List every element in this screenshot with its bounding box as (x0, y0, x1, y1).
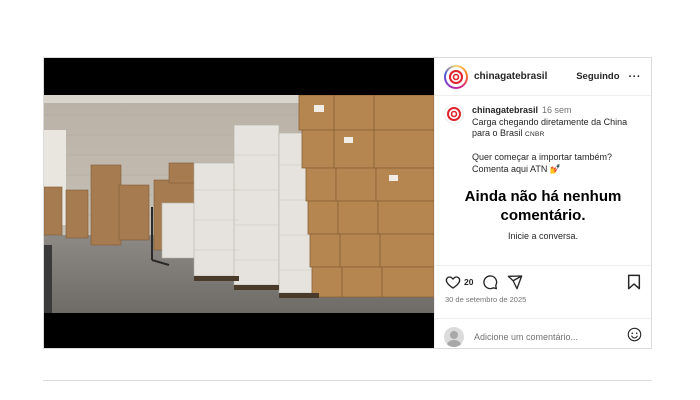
profile-avatar[interactable] (444, 64, 468, 89)
empty-subtitle: Inicie a conversa. (507, 231, 579, 241)
comments-empty-state: Ainda não há nenhum comentário. Inicie a… (435, 187, 651, 241)
comment-box: Adicione um comentário... (435, 318, 651, 354)
post-media[interactable] (44, 58, 434, 348)
user-avatar (444, 326, 464, 347)
nail-polish-emoji: 💅 (549, 163, 562, 174)
post-actions: 20 30 de setembro de 2025 Adicione um co… (435, 265, 651, 353)
caption-time: 16 sem (542, 105, 572, 115)
comment-input[interactable]: Adicione um comentário... (474, 332, 578, 342)
profile-username[interactable]: chinagatebrasil (474, 71, 547, 82)
like-count[interactable]: 20 (464, 277, 473, 287)
caption-line: Carga chegando diretamente da China (472, 116, 628, 127)
emoji-icon[interactable] (627, 327, 642, 347)
brand-logo-icon (447, 107, 461, 121)
caption-line: Comenta aqui ATN 💅 (472, 164, 627, 176)
caption-username[interactable]: chinagatebrasil (472, 105, 538, 115)
post-sidebar: chinagatebrasil Seguindo ··· chinagatebr… (434, 58, 651, 348)
caption-tag: CNBR (525, 131, 545, 138)
bookmark-icon[interactable] (627, 274, 641, 290)
post-header: chinagatebrasil Seguindo ··· (435, 58, 651, 96)
caption-line-text: para o Brasil (472, 128, 523, 138)
post-date[interactable]: 30 de setembro de 2025 (435, 290, 651, 304)
heart-icon[interactable] (445, 274, 461, 290)
caption-line: Quer começar a importar também? (472, 152, 613, 162)
instagram-post: chinagatebrasil Seguindo ··· chinagatebr… (43, 57, 652, 349)
more-options-icon[interactable]: ··· (629, 71, 642, 83)
comment-icon[interactable] (482, 274, 498, 290)
empty-title-line: Ainda não há nenhum (464, 188, 622, 205)
post-caption: chinagatebrasil 16 sem Carga chegando dir… (435, 96, 651, 181)
page-divider (43, 380, 652, 381)
empty-title: Ainda não há nenhum comentário. (435, 187, 651, 225)
caption-line-text: Comenta aqui ATN (472, 163, 548, 174)
empty-title-line: comentário. (500, 207, 586, 224)
caption-text: chinagatebrasil 16 sem Carga chegando dir… (472, 105, 627, 181)
brand-logo-icon (449, 69, 463, 84)
action-row: 20 (435, 266, 651, 290)
warehouse-photo (44, 95, 434, 313)
caption-line: para o Brasil CNBR (472, 128, 627, 141)
caption-avatar[interactable] (444, 104, 464, 124)
share-icon[interactable] (507, 274, 523, 290)
following-button[interactable]: Seguindo (576, 71, 619, 82)
